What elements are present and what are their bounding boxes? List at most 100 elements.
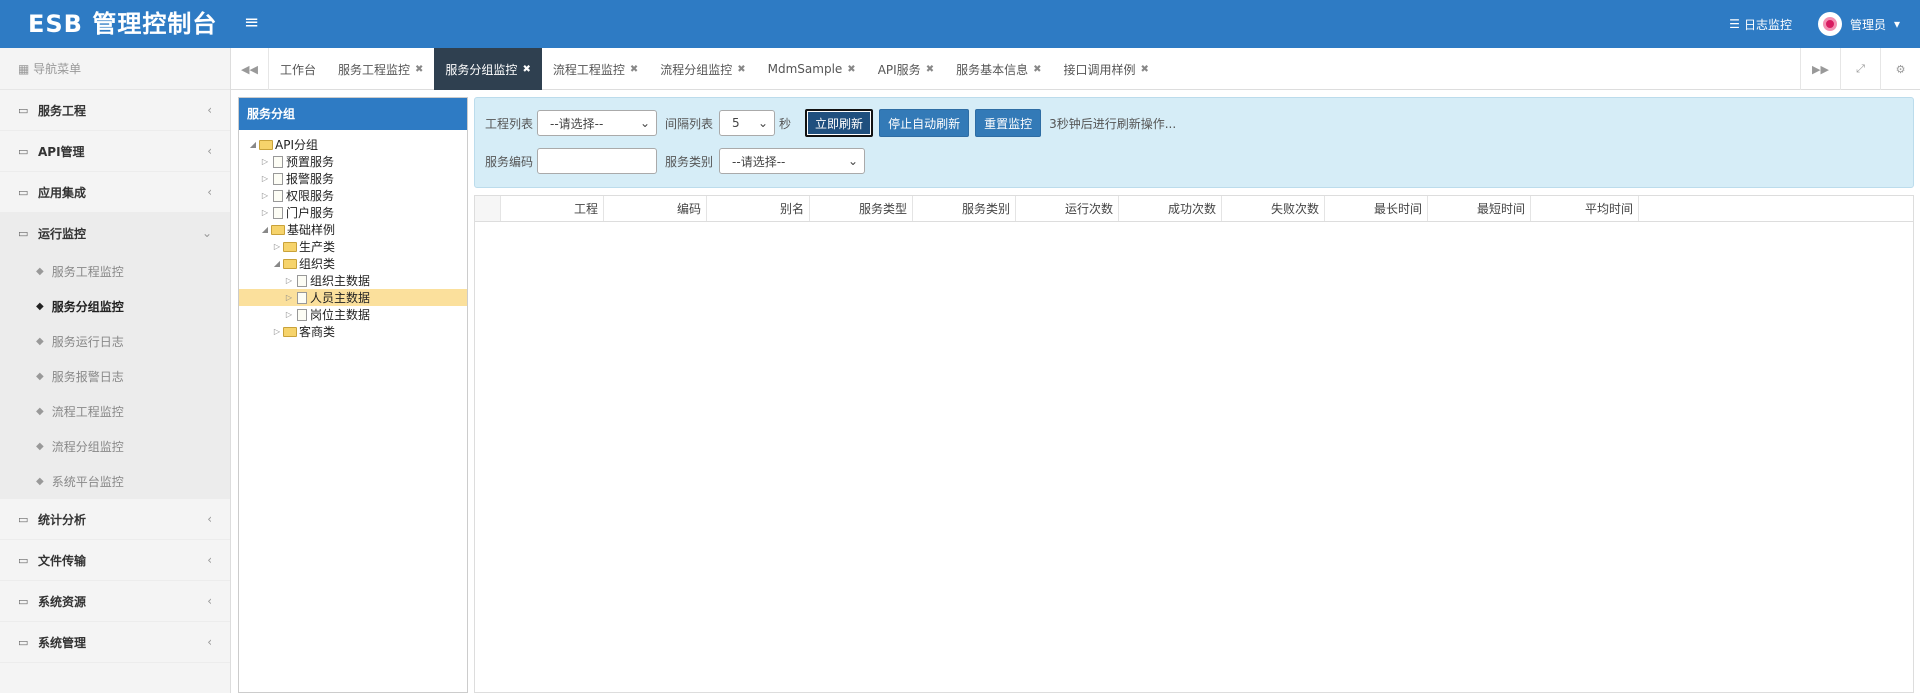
tree-node-label: 组织类 (299, 257, 336, 271)
sidebar-group-run-monitor[interactable]: ▭ 运行监控 ⌄ (0, 213, 230, 254)
refresh-now-button[interactable]: 立即刷新 (805, 109, 874, 137)
chevron-left-icon: ‹ (207, 553, 212, 567)
sidebar-group[interactable]: ▭ 系统管理 ‹ (0, 622, 230, 663)
close-icon[interactable]: ✖ (1141, 64, 1149, 75)
sidebar-group[interactable]: ▭ 文件传输 ‹ (0, 540, 230, 581)
sidebar-subitem[interactable]: ◆ 系统平台监控 (0, 464, 230, 499)
tree-node[interactable]: ▷ 生产类 (239, 238, 467, 255)
sidebar-subitem[interactable]: ◆ 流程工程监控 (0, 394, 230, 429)
tree-node[interactable]: ◢ 基础样例 (239, 221, 467, 238)
tab[interactable]: 流程工程监控 ✖ (542, 48, 649, 90)
folder-icon: ▭ (18, 512, 29, 526)
user-menu[interactable]: 管理员 ▾ (1817, 12, 1900, 36)
sidebar-subitem[interactable]: ◆ 服务工程监控 (0, 254, 230, 289)
service-category-select-value: --请选择-- (732, 154, 786, 169)
interval-select[interactable]: 5 ⌄ (719, 110, 776, 136)
grid-column-header[interactable]: 失败次数 (1222, 196, 1325, 221)
sidebar-subitem[interactable]: ◆ 服务分组监控 (0, 289, 230, 324)
folder-icon: ▭ (18, 144, 29, 158)
sidebar-header: ▦ 导航菜单 (0, 48, 230, 90)
log-monitor-link[interactable]: ☰ 日志监控 (1729, 16, 1792, 33)
close-icon[interactable]: ✖ (737, 64, 745, 75)
sidebar-group[interactable]: ▭ 服务工程 ‹ (0, 90, 230, 131)
tree-node-label: API分组 (275, 138, 318, 152)
tree-node-label: 岗位主数据 (310, 308, 371, 322)
chevron-left-icon: ‹ (207, 635, 212, 649)
caret-down-icon: ▾ (1893, 17, 1900, 31)
tree-node[interactable]: ▷ 预置服务 (239, 153, 467, 170)
close-icon[interactable]: ✖ (926, 64, 934, 75)
close-icon[interactable]: ✖ (522, 64, 530, 75)
grid-column-header[interactable]: 运行次数 (1016, 196, 1119, 221)
leaf-icon: ◆ (36, 336, 44, 347)
tab[interactable]: 流程分组监控 ✖ (649, 48, 756, 90)
collapsed-toggle-icon[interactable]: ▷ (271, 242, 283, 251)
folder-icon: ▭ (18, 185, 29, 199)
tree-node-label: 组织主数据 (310, 274, 371, 288)
tab[interactable]: 接口调用样例 ✖ (1052, 48, 1159, 90)
close-icon[interactable]: ✖ (847, 64, 855, 75)
tab-scroll-right-icon[interactable]: ▶▶ (1800, 48, 1840, 90)
tree-node[interactable]: ▷ 报警服务 (239, 170, 467, 187)
sidebar-group[interactable]: ▭ API管理 ‹ (0, 131, 230, 172)
grid-column-header[interactable]: 编码 (604, 196, 707, 221)
fullscreen-icon[interactable]: ⤢ (1840, 48, 1880, 90)
expanded-toggle-icon[interactable]: ◢ (271, 259, 283, 268)
chevron-left-icon: ‹ (207, 103, 212, 117)
tab[interactable]: 工作台 (269, 48, 327, 90)
grid-column-header[interactable]: 服务类型 (810, 196, 913, 221)
sidebar-group[interactable]: ▭ 统计分析 ‹ (0, 499, 230, 540)
sidebar-group-label: 系统资源 (38, 594, 87, 609)
grid-column-header[interactable]: 工程 (501, 196, 604, 221)
grid-column-header[interactable]: 成功次数 (1119, 196, 1222, 221)
sidebar-subitem[interactable]: ◆ 服务报警日志 (0, 359, 230, 394)
tab-scroll-left-icon[interactable]: ◀◀ (231, 48, 269, 90)
expanded-toggle-icon[interactable]: ◢ (259, 225, 271, 234)
grid-column-header[interactable]: 服务类别 (913, 196, 1016, 221)
sidebar-subitem[interactable]: ◆ 流程分组监控 (0, 429, 230, 464)
tab-bar: ◀◀ 工作台 服务工程监控 ✖ 服务分组监控 ✖ 流程工程监控 ✖ 流程分组监控 ✖ MdmSam… (231, 48, 1920, 90)
tree-node[interactable]: ◢ 组织类 (239, 255, 467, 272)
grid-column-header[interactable]: 最长时间 (1325, 196, 1428, 221)
tab[interactable]: API服务 ✖ (867, 48, 945, 90)
tree-node-label: 客商类 (299, 325, 336, 339)
project-select[interactable]: --请选择-- ⌄ (537, 110, 658, 136)
avatar (1817, 12, 1842, 36)
close-icon[interactable]: ✖ (630, 64, 638, 75)
tree-node[interactable]: ◢ API分组 (239, 136, 467, 153)
tree-node[interactable]: ▷ 岗位主数据 (239, 306, 467, 323)
sidebar-group[interactable]: ▭ 应用集成 ‹ (0, 172, 230, 213)
close-icon[interactable]: ✖ (415, 64, 423, 75)
leaf-icon: ◆ (36, 266, 44, 277)
folder-icon (283, 241, 297, 252)
service-code-input[interactable] (537, 148, 658, 174)
folder-icon: ▭ (18, 103, 29, 117)
collapsed-toggle-icon[interactable]: ▷ (271, 327, 283, 336)
tree-node[interactable]: ▷ 人员主数据 (239, 289, 467, 306)
grid-column-header[interactable]: 平均时间 (1531, 196, 1639, 221)
tab[interactable]: 服务工程监控 ✖ (327, 48, 434, 90)
folder-icon (283, 326, 297, 337)
stop-auto-refresh-button[interactable]: 停止自动刷新 (879, 109, 970, 137)
tree-node[interactable]: ▷ 组织主数据 (239, 272, 467, 289)
tree-node[interactable]: ▷ 门户服务 (239, 204, 467, 221)
tree-node[interactable]: ▷ 权限服务 (239, 187, 467, 204)
grid-column-header[interactable]: 别名 (707, 196, 810, 221)
tab[interactable]: 服务分组监控 ✖ (434, 48, 542, 90)
tree-node[interactable]: ▷ 客商类 (239, 323, 467, 340)
expanded-toggle-icon[interactable]: ◢ (247, 140, 259, 149)
grid-column-header[interactable]: 最短时间 (1428, 196, 1531, 221)
reset-monitor-button[interactable]: 重置监控 (975, 109, 1042, 137)
service-category-select[interactable]: --请选择-- ⌄ (719, 148, 866, 174)
close-icon[interactable]: ✖ (1033, 64, 1041, 75)
menu-toggle-icon[interactable]: ≡ (244, 14, 259, 32)
interval-unit: 秒 (779, 116, 792, 131)
sidebar-group[interactable]: ▭ 系统资源 ‹ (0, 581, 230, 622)
tab[interactable]: MdmSample ✖ (757, 48, 867, 90)
gear-icon[interactable]: ⚙ (1880, 48, 1920, 90)
sidebar: ▦ 导航菜单 ▭ 服务工程 ‹ ▭ API管理 ‹ ▭ 应用集成 ‹ ▭ 运行监控 ⌄ ◆ 服务工… (0, 48, 231, 693)
leaf-icon: ◆ (36, 476, 44, 487)
sidebar-subitem[interactable]: ◆ 服务运行日志 (0, 324, 230, 359)
tab[interactable]: 服务基本信息 ✖ (945, 48, 1052, 90)
file-icon (273, 155, 283, 168)
